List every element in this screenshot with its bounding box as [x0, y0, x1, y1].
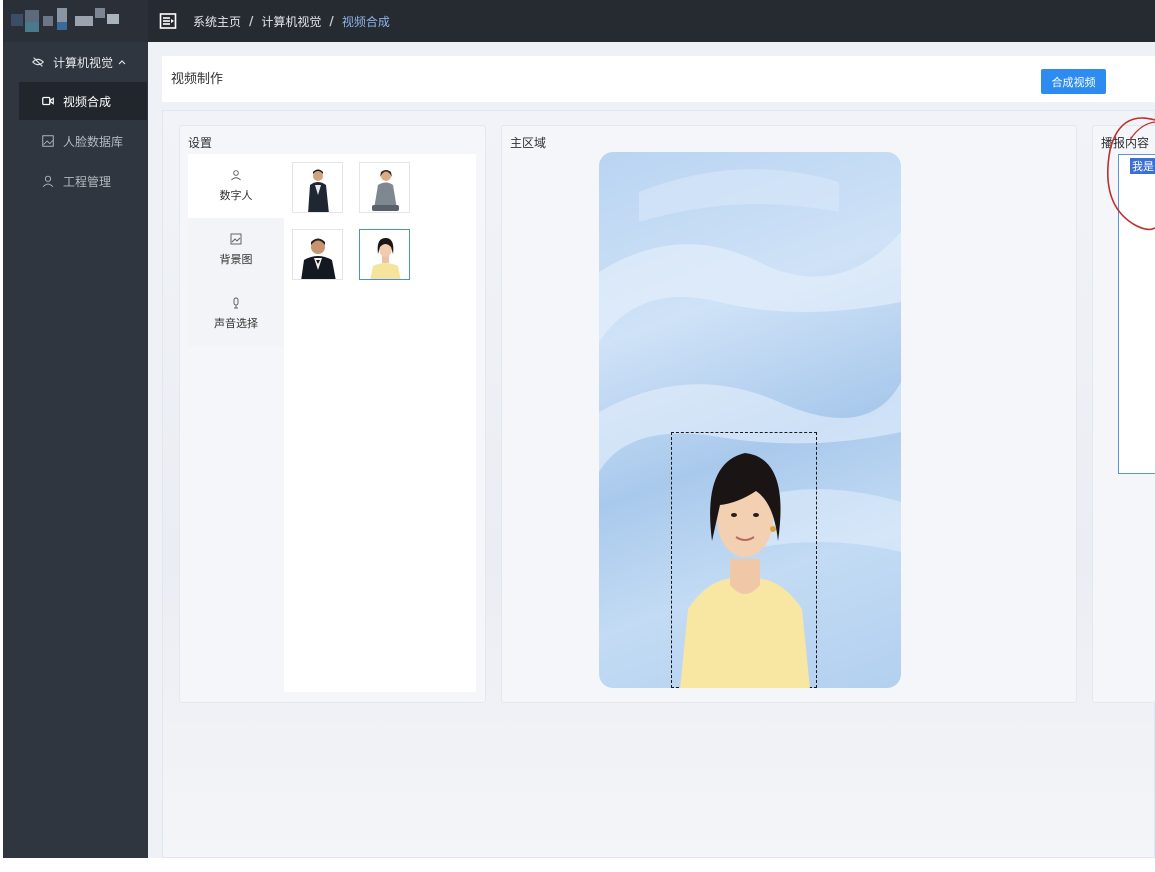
sidebar-item-label: 视频合成 [63, 94, 112, 109]
compose-video-button[interactable]: 合成视频 [1041, 69, 1106, 94]
annotation-circle [1107, 117, 1155, 231]
sidebar-item-project-management[interactable]: 工程管理 [19, 162, 147, 200]
breadcrumb-separator: / [329, 14, 334, 28]
woman-yellow-sweater-image [360, 230, 409, 279]
microphone-icon [233, 297, 239, 309]
breadcrumb-computer-vision[interactable]: 计算机视觉 [261, 13, 321, 30]
breadcrumb-separator: / [249, 14, 254, 28]
menu-group-computer-vision[interactable]: 计算机视觉 [3, 44, 148, 80]
chevron-up-icon [118, 60, 126, 65]
settings-tabs: 数字人 背景图 声音选择 [188, 154, 284, 346]
toolbar: 视频制作 合成视频 [162, 56, 1155, 102]
logo [3, 0, 148, 42]
main-content: 视频制作 合成视频 设置 数字人 背景图 声音选择 主区域 播报内容 我是i [148, 42, 1155, 858]
settings-panel: 设置 数字人 背景图 声音选择 [179, 125, 486, 703]
breadcrumb-current: 视频合成 [341, 14, 390, 29]
sidebar-item-video-synthesis[interactable]: 视频合成 [19, 82, 147, 120]
settings-title: 设置 [188, 136, 213, 150]
user-icon [42, 175, 54, 188]
avatar-grid [284, 154, 476, 692]
sidebar-item-face-database[interactable]: 人脸数据库 [19, 122, 147, 160]
tab-label: 数字人 [219, 189, 253, 202]
avatar-thumbnail[interactable] [292, 229, 343, 280]
avatar-thumbnail[interactable] [292, 162, 343, 213]
image-icon [42, 135, 54, 147]
image-icon [230, 233, 242, 245]
woman-avatar-figure [680, 453, 810, 688]
tab-background-image[interactable]: 背景图 [188, 218, 284, 282]
man-in-tuxedo-image [293, 230, 342, 279]
preview-stage [599, 152, 901, 688]
tab-label: 背景图 [219, 253, 253, 266]
main-area-panel: 主区域 [501, 125, 1077, 703]
sidebar-item-label: 工程管理 [63, 174, 112, 189]
breadcrumb-home[interactable]: 系统主页 [193, 13, 241, 30]
page-title: 视频制作 [171, 72, 224, 87]
user-icon [231, 170, 241, 181]
avatar-thumbnail[interactable] [359, 162, 410, 213]
avatar-thumbnail-selected[interactable] [359, 229, 410, 280]
menu-fold-icon[interactable] [159, 12, 177, 30]
eye-off-icon [31, 57, 45, 67]
tab-voice-selection[interactable]: 声音选择 [188, 282, 284, 346]
workspace: 设置 数字人 背景图 声音选择 主区域 播报内容 我是i [162, 110, 1155, 858]
tab-label: 声音选择 [214, 317, 258, 330]
menu-group-label: 计算机视觉 [53, 55, 114, 70]
top-header: 系统主页 / 计算机视觉 / 视频合成 [148, 0, 1155, 42]
tab-digital-human[interactable]: 数字人 [188, 154, 284, 218]
avatar-selection-box[interactable] [671, 432, 817, 688]
sidebar: 计算机视觉 视频合成 人脸数据库 工程管理 [3, 0, 148, 858]
man-in-suit-image [293, 163, 342, 212]
woman-seated-image [360, 163, 409, 212]
main-area-title: 主区域 [510, 136, 547, 150]
sidebar-item-label: 人脸数据库 [63, 134, 124, 149]
video-camera-icon [42, 96, 54, 106]
